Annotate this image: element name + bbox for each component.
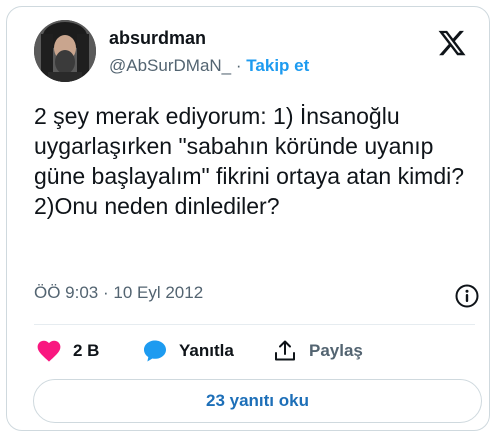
reply-button[interactable]: Yanıtla xyxy=(143,338,234,364)
author-info: absurdman @AbSurDMaN_ · Takip et xyxy=(109,26,309,78)
reply-label: Yanıtla xyxy=(179,341,234,360)
like-count: 2 B xyxy=(73,341,100,360)
read-replies-button[interactable]: 23 yanıtı oku xyxy=(33,379,482,423)
share-label: Paylaş xyxy=(309,341,363,360)
share-button[interactable]: Paylaş xyxy=(273,338,363,364)
author-name[interactable]: absurdman xyxy=(109,26,309,50)
handle-row: @AbSurDMaN_ · Takip et xyxy=(109,54,309,78)
reply-bubble-icon xyxy=(144,340,166,362)
x-logo-icon[interactable] xyxy=(437,28,467,58)
divider xyxy=(34,324,475,325)
heart-icon xyxy=(37,340,61,362)
action-bar: 2 B Yanıtla Paylaş xyxy=(34,338,474,364)
info-icon[interactable] xyxy=(454,283,480,309)
like-button[interactable]: 2 B xyxy=(37,338,99,364)
read-replies-label: 23 yanıtı oku xyxy=(206,391,309,410)
avatar[interactable] xyxy=(34,20,96,82)
follow-button[interactable]: Takip et xyxy=(246,56,309,75)
tweet-text: 2 şey merak ediyorum: 1) İnsanoğlu uygar… xyxy=(34,103,465,219)
tweet-timestamp[interactable]: ÖÖ 9:03 · 10 Eyl 2012 xyxy=(34,283,203,303)
handle-separator: · xyxy=(235,56,242,75)
author-handle[interactable]: @AbSurDMaN_ xyxy=(109,56,231,75)
tweet-card: absurdman @AbSurDMaN_ · Takip et 2 şey m… xyxy=(6,6,490,431)
share-icon xyxy=(275,340,295,361)
tweet-header: absurdman @AbSurDMaN_ · Takip et xyxy=(34,20,469,86)
